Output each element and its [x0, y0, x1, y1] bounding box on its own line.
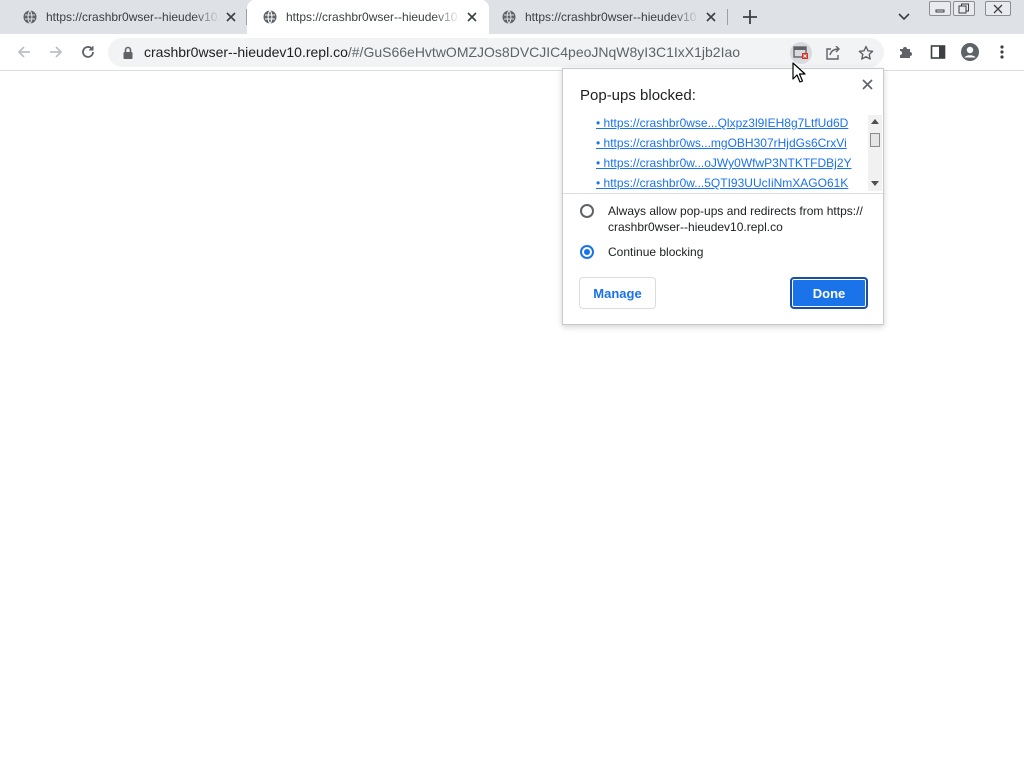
side-panel-button[interactable] [928, 42, 948, 62]
tab-title: https://crashbr0wser--hieudev10.repl.co/… [286, 10, 460, 24]
dialog-close-button[interactable] [857, 74, 877, 94]
lock-icon[interactable] [122, 46, 134, 60]
url-host: crashbr0wser--hieudev10.repl.co [144, 44, 348, 60]
url-text: crashbr0wser--hieudev10.repl.co/#/GuS66e… [144, 44, 740, 60]
globe-icon [22, 9, 38, 25]
reload-button[interactable] [78, 42, 98, 62]
dialog-title: Pop-ups blocked: [580, 87, 696, 104]
back-button[interactable] [14, 42, 34, 62]
blocked-popup-link[interactable]: https://crashbr0w...5QTI93UUcIiNmXAGO61K [596, 176, 849, 190]
close-tab-icon[interactable] [224, 9, 238, 25]
allow-popups-label: Always allow pop-ups and redirects from … [608, 203, 863, 235]
reload-icon [82, 46, 94, 58]
menu-button[interactable] [992, 42, 1012, 62]
address-bar[interactable]: crashbr0wser--hieudev10.repl.co/#/GuS66e… [108, 38, 884, 67]
tab-strip: https://crashbr0wser--hieudev10.repl.co/… [0, 0, 1024, 34]
close-tab-icon[interactable] [464, 9, 480, 25]
share-icon [826, 46, 840, 60]
restore-icon [958, 3, 969, 14]
globe-icon [501, 9, 517, 25]
close-window-button[interactable] [985, 1, 1011, 16]
blocked-popup-link[interactable]: https://crashbr0ws...mgOBH307rHjdGs6CrxV… [596, 136, 847, 150]
minimize-icon [935, 9, 945, 12]
popup-blocked-icon [793, 46, 808, 59]
plus-icon [743, 10, 757, 24]
new-tab-button[interactable] [740, 7, 760, 27]
tab-1[interactable]: https://crashbr0wser--hieudev10.repl.co/… [0, 0, 238, 34]
restore-button[interactable] [953, 1, 975, 16]
profile-button[interactable] [960, 42, 980, 62]
close-icon [861, 78, 873, 90]
manage-button[interactable]: Manage [579, 277, 656, 309]
blocked-popup-link[interactable]: https://crashbr0wse...Qlxpz3l9IEH8g7LtfU… [596, 116, 849, 130]
popup-blocked-dialog: Pop-ups blocked: https://crashbr0wse...Q… [562, 68, 884, 325]
tab-title: https://crashbr0wser--hieudev10.repl.co/… [525, 10, 699, 24]
extensions-button[interactable] [896, 42, 916, 62]
tab-search-button[interactable] [896, 9, 912, 25]
allow-popups-label-line2: crashbr0wser--hieudev10.repl.co [608, 220, 783, 234]
allow-popups-radio[interactable] [580, 204, 594, 218]
bookmark-button[interactable] [855, 42, 877, 64]
scroll-up-arrow-icon[interactable] [871, 119, 879, 124]
continue-blocking-option[interactable]: Continue blocking [580, 244, 703, 260]
arrow-left-icon [17, 46, 30, 58]
globe-icon [262, 9, 278, 25]
puzzle-icon [900, 47, 912, 58]
browser-toolbar: crashbr0wser--hieudev10.repl.co/#/GuS66e… [0, 34, 1024, 71]
allow-popups-option[interactable]: Always allow pop-ups and redirects from … [580, 203, 863, 235]
minimize-button[interactable] [929, 1, 951, 16]
popup-blocked-indicator[interactable] [790, 42, 812, 64]
tab-title: https://crashbr0wser--hieudev10.repl.co/… [46, 10, 220, 24]
blocked-popup-link[interactable]: https://crashbr0w...oJWy0WfwP3NTKTFDBj2Y [596, 156, 852, 170]
divider [563, 193, 883, 194]
done-button[interactable]: Done [790, 277, 868, 309]
list-scrollbar[interactable] [868, 115, 882, 191]
tab-3[interactable]: https://crashbr0wser--hieudev10.repl.co/… [486, 0, 724, 34]
close-icon [993, 4, 1003, 13]
scroll-down-arrow-icon[interactable] [871, 181, 879, 186]
side-panel-icon [930, 45, 946, 59]
kebab-menu-icon [1000, 45, 1004, 59]
allow-popups-label-line1: Always allow pop-ups and redirects from … [608, 204, 863, 218]
scrollbar-thumb[interactable] [870, 133, 880, 147]
avatar-icon [961, 43, 979, 61]
blocked-popup-list: https://crashbr0wse...Qlxpz3l9IEH8g7LtfU… [563, 114, 883, 194]
tab-separator [727, 9, 728, 25]
arrow-right-icon [50, 46, 63, 58]
star-icon [858, 45, 874, 60]
chevron-down-icon [898, 13, 910, 21]
forward-button[interactable] [46, 42, 66, 62]
mouse-cursor-icon [792, 62, 806, 83]
close-tab-icon[interactable] [703, 9, 719, 25]
continue-blocking-label: Continue blocking [608, 245, 704, 259]
continue-blocking-radio[interactable] [580, 245, 594, 259]
url-path: /#/GuS66eHvtwOMZJOs8DVCJIC4peoJNqW8yI3C1… [347, 44, 741, 60]
tab-2[interactable]: https://crashbr0wser--hieudev10.repl.co/… [247, 0, 489, 34]
share-button[interactable] [822, 42, 844, 64]
